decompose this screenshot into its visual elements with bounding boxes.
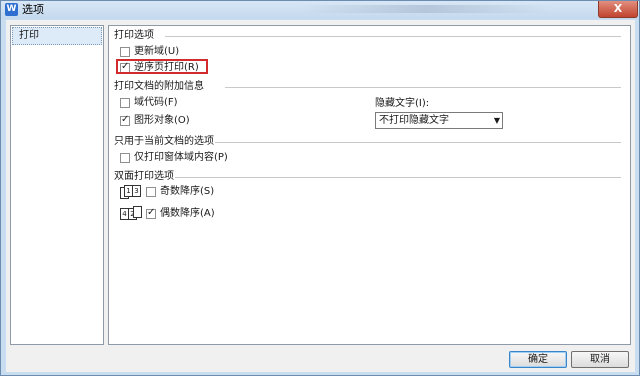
update-fields-option[interactable]: 更新域(U) [120, 46, 179, 58]
sidebar-item-print[interactable]: 打印 [12, 27, 102, 45]
odd-descending-option[interactable]: 奇数降序(S) [146, 186, 214, 198]
even-descending-checkbox[interactable] [146, 207, 156, 219]
hidden-text-label: 隐藏文字(I): [375, 98, 430, 109]
ok-button[interactable]: 确定 [509, 351, 567, 368]
even-descending-option[interactable]: 偶数降序(A) [146, 207, 215, 220]
print-settings-panel: 打印选项 更新域(U) 逆序页打印(R) 打印文档的附加信息 域代码(F) 图形… [108, 25, 631, 345]
update-fields-checkbox[interactable] [120, 47, 130, 57]
odd-pages-icon: 1 3 [120, 185, 142, 199]
group-title-attached-info: 打印文档的附加信息 [114, 81, 204, 92]
cancel-button[interactable]: 取消 [571, 351, 629, 368]
drawing-objects-checkbox[interactable] [120, 114, 130, 126]
red-highlight-box [116, 59, 208, 74]
dropdown-arrow-icon: ▼ [493, 116, 500, 125]
even-pages-icon: 4 2 [120, 206, 142, 220]
odd-descending-label: 奇数降序(S) [160, 186, 215, 197]
divider [175, 177, 621, 178]
page-icon: 3 [132, 185, 141, 197]
divider [215, 142, 621, 143]
field-codes-option[interactable]: 域代码(F) [120, 97, 178, 109]
field-codes-label: 域代码(F) [134, 97, 178, 108]
field-codes-checkbox[interactable] [120, 98, 130, 108]
hidden-text-select[interactable]: 不打印隐藏文字 ▼ [375, 112, 503, 129]
title-bar[interactable]: W 选项 X [1, 1, 639, 19]
group-title-current-doc: 只用于当前文档的选项 [114, 136, 214, 147]
drawing-objects-option[interactable]: 图形对象(O) [120, 114, 190, 127]
page-icon [133, 206, 142, 218]
form-data-checkbox[interactable] [120, 153, 130, 163]
blurred-background-text [301, 5, 551, 13]
category-list[interactable]: 打印 [10, 25, 104, 345]
form-data-option[interactable]: 仅打印窗体域内容(P) [120, 152, 228, 164]
odd-descending-checkbox[interactable] [146, 187, 156, 197]
close-icon: X [613, 2, 623, 15]
update-fields-label: 更新域(U) [134, 46, 180, 57]
divider [225, 87, 621, 88]
drawing-objects-label: 图形对象(O) [134, 115, 190, 126]
wps-app-icon: W [5, 3, 18, 16]
close-button[interactable]: X [598, 1, 638, 18]
group-title-duplex: 双面打印选项 [114, 171, 174, 182]
form-data-label: 仅打印窗体域内容(P) [134, 152, 228, 163]
group-title-print-options: 打印选项 [114, 30, 154, 41]
even-descending-label: 偶数降序(A) [160, 208, 215, 219]
dialog-body: 打印 打印选项 更新域(U) 逆序页打印(R) 打印文档的附加信息 域代码(F)… [6, 20, 635, 372]
window-title: 选项 [22, 3, 44, 16]
hidden-text-value: 不打印隐藏文字 [379, 115, 449, 126]
options-dialog: W 选项 X 打印 打印选项 更新域(U) 逆序页打印(R) 打印文档的附加信息… [0, 0, 640, 376]
divider [165, 36, 621, 37]
